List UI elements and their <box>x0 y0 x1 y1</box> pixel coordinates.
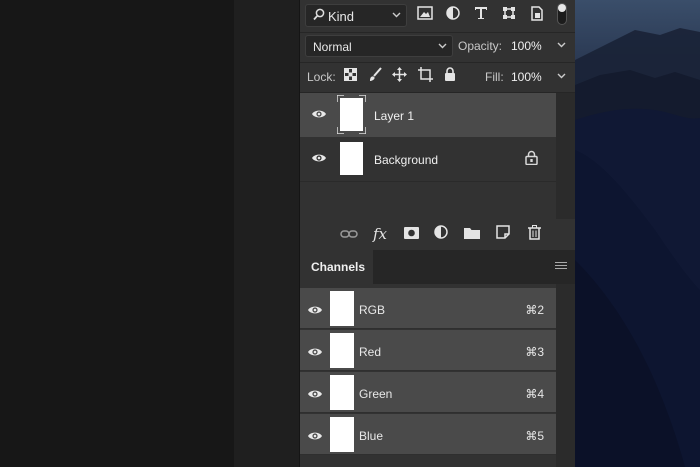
channels-list: RGB ⌘2 Red ⌘3 Green ⌘4 Blue ⌘5 <box>300 284 556 467</box>
visibility-eye-icon[interactable] <box>311 151 327 163</box>
channel-row-rgb[interactable]: RGB ⌘2 <box>300 288 556 329</box>
channel-row-red[interactable]: Red ⌘3 <box>300 330 556 371</box>
channel-name[interactable]: Blue <box>359 429 383 443</box>
visibility-eye-icon[interactable] <box>307 303 323 315</box>
visibility-eye-icon[interactable] <box>311 107 327 119</box>
lock-all-icon[interactable] <box>441 67 459 85</box>
channel-shortcut: ⌘4 <box>525 387 544 401</box>
channels-tab-bar: Channels <box>300 250 575 284</box>
layer-name[interactable]: Background <box>374 153 438 167</box>
opacity-label: Opacity: <box>458 39 503 53</box>
channel-thumbnail[interactable] <box>330 375 354 410</box>
chevron-down-icon[interactable] <box>557 40 566 51</box>
opacity-value[interactable]: 100% <box>511 39 542 53</box>
link-layers-icon[interactable] <box>340 225 358 243</box>
visibility-eye-icon[interactable] <box>307 345 323 357</box>
smart-object-filter-icon[interactable] <box>528 6 546 24</box>
lock-transparent-pixels-icon[interactable] <box>341 67 359 85</box>
layer-filter-bar: Kind <box>300 0 575 32</box>
channel-name[interactable]: Green <box>359 387 392 401</box>
channel-shortcut: ⌘3 <box>525 345 544 359</box>
lock-image-pixels-brush-icon[interactable] <box>366 67 384 85</box>
chevron-down-icon[interactable] <box>557 71 566 82</box>
lock-position-move-icon[interactable] <box>390 67 408 85</box>
blend-mode-value: Normal <box>313 40 352 54</box>
layers-list: Layer 1 Background <box>300 93 556 219</box>
image-filter-icon[interactable] <box>416 6 434 24</box>
layer-style-fx-icon[interactable]: fx <box>371 225 389 243</box>
layer-lock-icon[interactable] <box>525 150 539 166</box>
visibility-eye-icon[interactable] <box>307 387 323 399</box>
blend-row: Normal Opacity: 100% <box>300 33 575 59</box>
layers-panel: Kind Normal Opacity: 100% Lock: Fill: 10… <box>300 0 575 467</box>
layers-footer-toolbar: fx <box>300 219 575 248</box>
channel-name[interactable]: Red <box>359 345 381 359</box>
fill-label: Fill: <box>485 70 504 84</box>
channel-row-green[interactable]: Green ⌘4 <box>300 372 556 413</box>
channel-name[interactable]: RGB <box>359 303 385 317</box>
channel-thumbnail[interactable] <box>330 417 354 452</box>
layer-row-background[interactable]: Background <box>300 137 556 181</box>
delete-layer-trash-icon[interactable] <box>525 225 543 243</box>
panel-menu-hamburger-icon[interactable] <box>555 262 567 272</box>
shape-filter-icon[interactable] <box>500 6 518 24</box>
document-canvas-area[interactable] <box>0 0 234 467</box>
divider <box>300 181 556 182</box>
new-layer-icon[interactable] <box>494 225 512 243</box>
lock-artboard-icon[interactable] <box>416 67 434 85</box>
search-icon <box>313 8 325 24</box>
channel-thumbnail[interactable] <box>330 291 354 326</box>
channels-scrollbar[interactable] <box>556 284 575 467</box>
channel-thumbnail[interactable] <box>330 333 354 368</box>
add-layer-mask-icon[interactable] <box>402 225 420 243</box>
visibility-eye-icon[interactable] <box>307 429 323 441</box>
layer-thumbnail[interactable] <box>340 142 363 175</box>
lock-row: Lock: Fill: 100% <box>300 64 575 90</box>
canvas-pasteboard <box>234 0 300 467</box>
fill-value[interactable]: 100% <box>511 70 542 84</box>
fill-field[interactable]: 100% <box>508 66 570 88</box>
tab-channels[interactable]: Channels <box>300 250 373 284</box>
channel-shortcut: ⌘5 <box>525 429 544 443</box>
document-image-preview[interactable] <box>575 0 700 467</box>
layers-scrollbar[interactable] <box>556 93 575 219</box>
adjustment-filter-icon[interactable] <box>444 6 462 24</box>
filter-toggle-switch[interactable] <box>557 3 567 25</box>
divider <box>300 62 575 63</box>
lock-label: Lock: <box>307 70 336 84</box>
chevron-down-icon <box>392 10 401 21</box>
mountain-landscape-image <box>575 28 700 467</box>
channel-shortcut: ⌘2 <box>525 303 544 317</box>
tab-channels-label: Channels <box>311 260 366 274</box>
filter-kind-label: Kind <box>328 9 355 24</box>
opacity-field[interactable]: 100% <box>508 35 570 57</box>
new-group-folder-icon[interactable] <box>463 225 481 243</box>
blend-mode-select[interactable]: Normal <box>305 35 453 57</box>
new-adjustment-layer-icon[interactable] <box>432 225 450 243</box>
type-filter-icon[interactable] <box>472 6 490 24</box>
selected-layer-frame-icon <box>337 95 366 134</box>
layer-name[interactable]: Layer 1 <box>374 109 414 123</box>
channel-row-blue[interactable]: Blue ⌘5 <box>300 414 556 455</box>
chevron-down-icon <box>438 41 447 52</box>
layer-row-layer-1[interactable]: Layer 1 <box>300 93 556 137</box>
filter-kind-select[interactable]: Kind <box>305 4 407 27</box>
